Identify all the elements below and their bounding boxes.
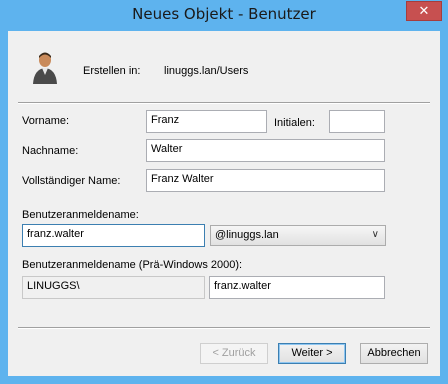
- initials-label: Initialen:: [274, 117, 315, 129]
- domain-select[interactable]: @linuggs.lan ∨: [210, 225, 386, 246]
- logon-name-field[interactable]: franz.walter: [22, 224, 205, 247]
- prewin-label: Benutzeranmeldename (Prä-Windows 2000):: [22, 259, 243, 271]
- cancel-button[interactable]: Abbrechen: [360, 343, 428, 364]
- initials-field[interactable]: [329, 110, 385, 133]
- last-name-field[interactable]: Walter: [146, 139, 385, 162]
- create-in-label: Erstellen in:: [83, 65, 141, 77]
- separator-bottom: [18, 327, 430, 329]
- full-name-label: Vollständiger Name:: [22, 175, 121, 187]
- logon-name-label: Benutzeranmeldename:: [22, 209, 139, 221]
- user-icon: [33, 52, 57, 84]
- full-name-field[interactable]: Franz Walter: [146, 169, 385, 192]
- back-button[interactable]: < Zurück: [200, 343, 268, 364]
- prewin-user-field[interactable]: franz.walter: [209, 276, 385, 299]
- domain-select-value: @linuggs.lan: [215, 229, 279, 241]
- next-button[interactable]: Weiter >: [278, 343, 346, 364]
- window-title: Neues Objekt - Benutzer: [132, 5, 316, 23]
- close-button[interactable]: ✕: [406, 1, 442, 21]
- create-in-value: linuggs.lan/Users: [164, 65, 249, 77]
- dialog-content: Erstellen in: linuggs.lan/Users Vorname:…: [8, 31, 440, 376]
- last-name-label: Nachname:: [22, 145, 79, 157]
- close-icon: ✕: [418, 4, 430, 19]
- chevron-down-icon: ∨: [371, 229, 379, 240]
- prewin-domain-field: LINUGGS\: [22, 276, 205, 299]
- dialog-window: Neues Objekt - Benutzer ✕ Erstellen in: …: [0, 0, 448, 384]
- first-name-field[interactable]: Franz: [146, 110, 267, 133]
- title-bar[interactable]: Neues Objekt - Benutzer ✕: [0, 0, 448, 30]
- first-name-label: Vorname:: [22, 115, 70, 127]
- separator-top: [18, 102, 430, 104]
